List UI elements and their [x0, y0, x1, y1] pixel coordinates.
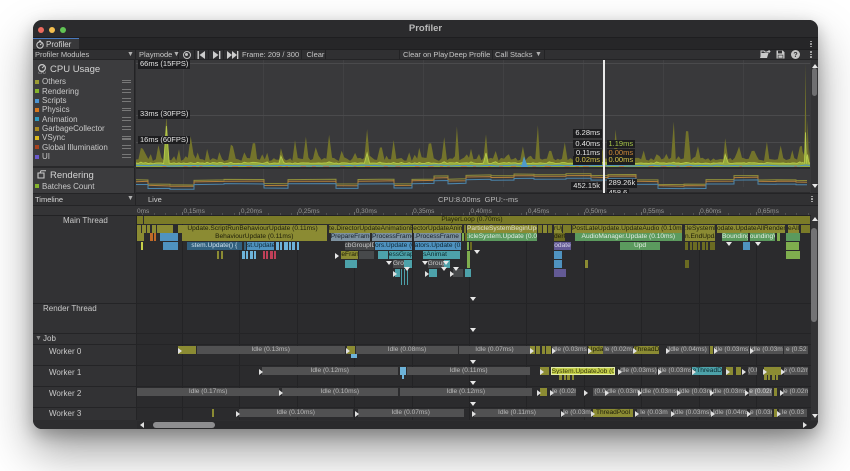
svg-text:?: ? [793, 52, 797, 59]
svg-text:CPU: CPU [38, 71, 46, 74]
